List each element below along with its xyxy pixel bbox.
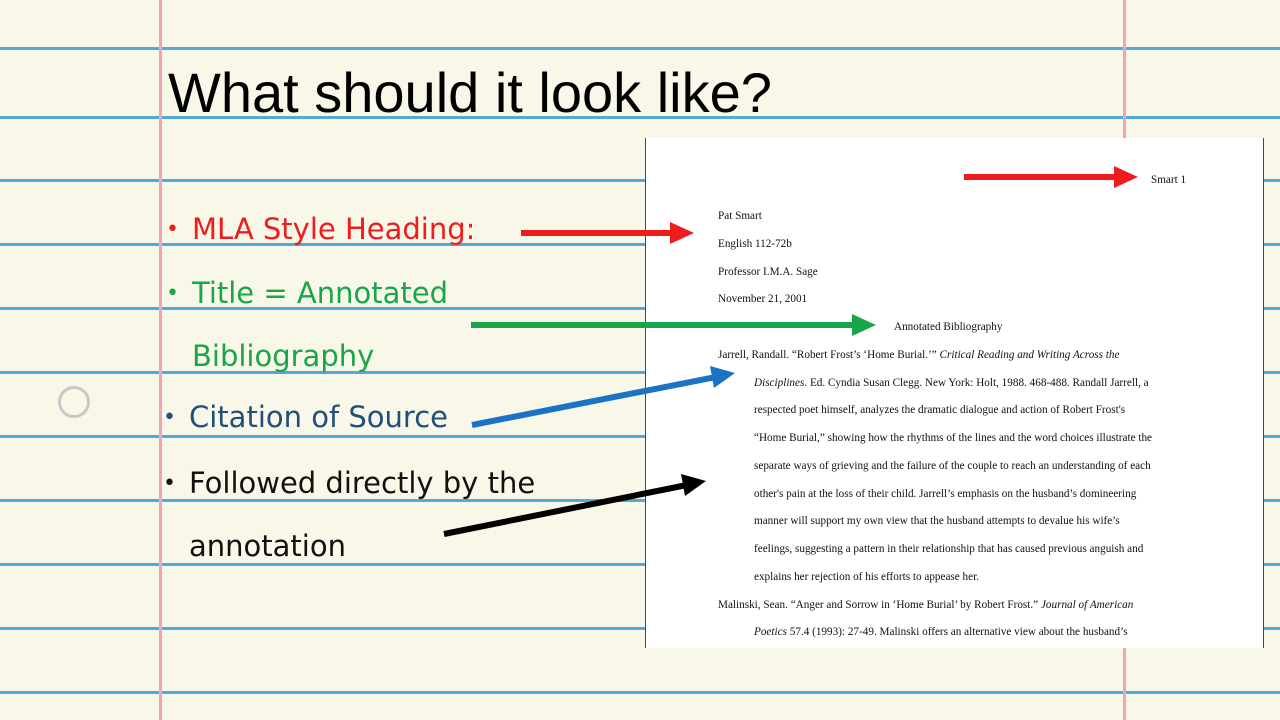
bullet-label: MLA Style Heading: [192, 212, 476, 246]
bullet-label: Title = Annotated [192, 276, 448, 310]
bullet-label: Followed directly by the [189, 466, 536, 500]
heading-course: English 112-72b [718, 238, 792, 250]
citation-2-line-2: Poetics 57.4 (1993): 27-49. Malinski off… [754, 626, 1128, 638]
bullet-dot: • [163, 405, 176, 430]
bullet-label: Bibliography [192, 339, 375, 373]
document-title: Annotated Bibliography [894, 321, 1003, 333]
annotation-line: manner will support my own view that the… [754, 515, 1120, 527]
bullet-dot: • [163, 471, 176, 496]
punch-hole [58, 386, 90, 418]
annotation-line: respected poet himself, analyzes the dra… [754, 404, 1126, 416]
left-margin-line [159, 0, 162, 720]
heading-student-name: Pat Smart [718, 210, 762, 222]
rule-line [0, 691, 1280, 694]
bullet-title-continued: Bibliography [192, 339, 374, 373]
bullet-mla-heading: • MLA Style Heading: [166, 212, 475, 246]
heading-date: November 21, 2001 [718, 293, 808, 305]
citation-2-text-cont: 57.4 (1993): 27-49. Malinski offers an a… [786, 626, 1128, 638]
bullet-annotation-continued: annotation [189, 529, 346, 563]
bullet-dot: • [166, 281, 179, 306]
bullet-annotation: • Followed directly by the [163, 466, 535, 500]
citation-2-text: Malinski, Sean. “Anger and Sorrow in ‘Ho… [718, 599, 1041, 611]
annotation-line: explains her rejection of his efforts to… [754, 571, 980, 583]
annotation-line: other's pain at the loss of their child.… [754, 488, 1137, 500]
page-number-header: Smart 1 [1151, 174, 1187, 186]
rule-line [0, 47, 1280, 50]
citation-1-line-2: Disciplines. Ed. Cyndia Susan Clegg. New… [754, 377, 1149, 389]
annotation-line: separate ways of grieving and the failur… [754, 460, 1151, 472]
citation-2-source-title-cont: Poetics [754, 626, 787, 638]
bullet-label: Citation of Source [189, 400, 448, 434]
annotation-line: “Home Burial,” showing how the rhythms o… [754, 432, 1152, 444]
citation-2-source-title: Journal of American [1040, 599, 1134, 611]
slide-title: What should it look like? [168, 61, 772, 124]
bullet-label: annotation [189, 529, 346, 563]
citation-1-text-cont: . Ed. Cyndia Susan Clegg. New York: Holt… [804, 377, 1149, 389]
citation-1-text: Jarrell, Randall. “Robert Frost’s ‘Home … [718, 349, 940, 361]
bullet-citation: • Citation of Source [163, 400, 448, 434]
citation-1-source-title-cont: Disciplines [754, 377, 805, 389]
citation-1-line-1: Jarrell, Randall. “Robert Frost’s ‘Home … [718, 349, 1119, 361]
bullet-dot: • [166, 217, 179, 242]
sample-document: Smart 1 Pat Smart English 112-72b Profes… [645, 138, 1264, 648]
heading-professor: Professor I.M.A. Sage [718, 266, 818, 278]
citation-1-source-title: Critical Reading and Writing Across the [939, 349, 1120, 361]
bullet-title: • Title = Annotated [166, 276, 448, 310]
citation-2-line-1: Malinski, Sean. “Anger and Sorrow in ‘Ho… [718, 599, 1133, 611]
annotation-line: feelings, suggesting a pattern in their … [754, 543, 1144, 555]
